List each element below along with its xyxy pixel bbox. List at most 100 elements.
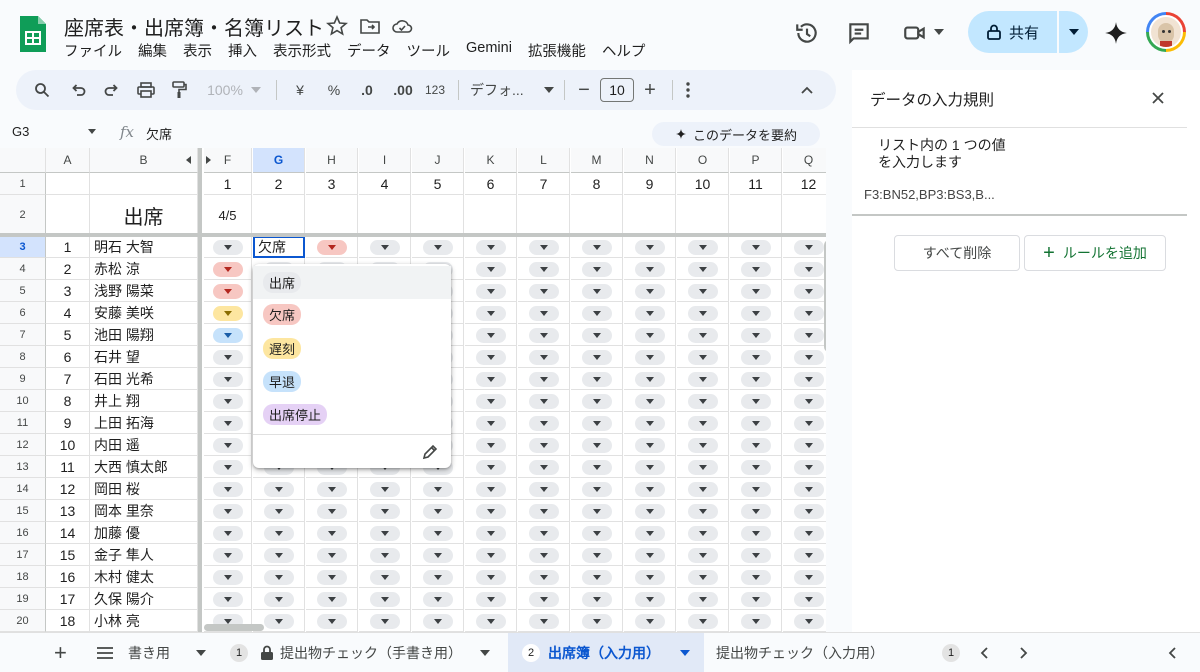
grid-cell[interactable]	[518, 544, 570, 566]
grid-cell[interactable]	[465, 390, 517, 412]
status-chip[interactable]	[476, 372, 506, 387]
grid-cell[interactable]: 4/5	[204, 195, 252, 236]
student-number-cell[interactable]: 16	[46, 566, 90, 588]
menu-edit[interactable]: 編集	[130, 40, 175, 62]
row-header[interactable]: 10	[0, 390, 46, 412]
student-name-cell[interactable]: 石田 光希	[90, 368, 198, 390]
status-chip[interactable]	[741, 394, 771, 409]
status-chip[interactable]	[476, 306, 506, 321]
status-chip[interactable]	[688, 306, 718, 321]
status-chip[interactable]	[741, 372, 771, 387]
row-header[interactable]: 16	[0, 522, 46, 544]
grid-cell[interactable]	[571, 368, 623, 390]
status-chip[interactable]	[264, 570, 294, 585]
sheet-tab-next[interactable]: 提出物チェック（入力用）	[716, 633, 884, 672]
dropdown-option[interactable]: 出席停止	[253, 398, 451, 431]
grid-cell[interactable]	[518, 368, 570, 390]
status-chip[interactable]	[529, 394, 559, 409]
status-chip[interactable]	[213, 460, 243, 475]
row-header[interactable]: 11	[0, 412, 46, 434]
grid-cell[interactable]	[783, 610, 826, 632]
number-format-button[interactable]: 123	[420, 70, 450, 110]
status-chip[interactable]	[794, 240, 824, 255]
grid-cell[interactable]	[465, 478, 517, 500]
menu-file[interactable]: ファイル	[56, 40, 130, 62]
grid-cell[interactable]	[677, 195, 729, 236]
grid-cell[interactable]	[412, 500, 464, 522]
status-chip[interactable]	[264, 504, 294, 519]
status-chip[interactable]	[476, 416, 506, 431]
column-header[interactable]: N	[624, 148, 676, 173]
account-avatar[interactable]	[1146, 12, 1186, 52]
status-chip[interactable]	[635, 394, 665, 409]
status-chip[interactable]	[688, 394, 718, 409]
grid-cell[interactable]	[204, 500, 252, 522]
grid-cell[interactable]	[783, 588, 826, 610]
status-chip[interactable]	[529, 350, 559, 365]
grid-cell[interactable]	[783, 346, 826, 368]
paint-format-button[interactable]	[166, 70, 192, 110]
grid-cell[interactable]	[518, 195, 570, 236]
vertical-scrollbar[interactable]	[824, 240, 826, 352]
dropdown-option[interactable]: 出席	[253, 266, 451, 299]
grid-cell[interactable]	[783, 195, 826, 236]
comments-icon[interactable]	[846, 20, 872, 46]
grid-cell[interactable]	[730, 324, 782, 346]
status-chip[interactable]	[582, 548, 612, 563]
grid-cell[interactable]	[624, 195, 676, 236]
grid-cell[interactable]	[204, 324, 252, 346]
status-chip[interactable]	[741, 284, 771, 299]
grid-cell[interactable]	[730, 412, 782, 434]
grid-cell[interactable]	[359, 478, 411, 500]
status-chip[interactable]	[635, 592, 665, 607]
grid-cell[interactable]	[783, 434, 826, 456]
status-chip[interactable]	[794, 592, 824, 607]
grid-cell[interactable]	[204, 412, 252, 434]
grid-cell[interactable]	[571, 302, 623, 324]
status-chip[interactable]	[264, 548, 294, 563]
grid-cell[interactable]	[624, 434, 676, 456]
status-chip[interactable]	[423, 482, 453, 497]
menu-help[interactable]: ヘルプ	[594, 40, 654, 62]
column-header[interactable]: K	[465, 148, 517, 173]
grid-cell[interactable]: 7	[518, 173, 570, 195]
grid-cell[interactable]	[624, 390, 676, 412]
grid-cell[interactable]	[677, 390, 729, 412]
status-chip[interactable]	[423, 240, 453, 255]
status-chip[interactable]	[794, 504, 824, 519]
status-chip[interactable]	[741, 482, 771, 497]
grid-cell[interactable]	[90, 173, 198, 195]
grid-cell[interactable]	[571, 195, 623, 236]
status-chip[interactable]	[582, 306, 612, 321]
grid-cell[interactable]	[624, 236, 676, 258]
status-chip[interactable]	[213, 416, 243, 431]
grid-cell[interactable]	[624, 588, 676, 610]
student-name-cell[interactable]: 岡田 桜	[90, 478, 198, 500]
row-header[interactable]: 8	[0, 346, 46, 368]
status-chip[interactable]	[264, 526, 294, 541]
grid-cell[interactable]	[571, 456, 623, 478]
grid-cell[interactable]	[783, 522, 826, 544]
row-header[interactable]: 15	[0, 500, 46, 522]
status-chip[interactable]	[741, 548, 771, 563]
status-chip[interactable]	[635, 504, 665, 519]
status-chip[interactable]	[635, 570, 665, 585]
close-icon[interactable]	[1148, 88, 1168, 108]
grid-cell[interactable]	[624, 500, 676, 522]
grid-cell[interactable]	[783, 412, 826, 434]
grid-cell[interactable]	[204, 368, 252, 390]
status-chip[interactable]	[741, 614, 771, 629]
grid-cell[interactable]	[359, 195, 411, 236]
grid-cell[interactable]	[624, 478, 676, 500]
grid-cell[interactable]	[730, 522, 782, 544]
search-menus-button[interactable]	[28, 70, 56, 110]
redo-button[interactable]	[98, 70, 124, 110]
status-chip[interactable]	[635, 548, 665, 563]
grid-cell[interactable]	[730, 610, 782, 632]
grid-cell[interactable]	[306, 500, 358, 522]
status-chip[interactable]	[741, 328, 771, 343]
column-header[interactable]: L	[518, 148, 570, 173]
grid-cell[interactable]	[465, 434, 517, 456]
student-number-cell[interactable]: 8	[46, 390, 90, 412]
status-chip[interactable]	[741, 350, 771, 365]
